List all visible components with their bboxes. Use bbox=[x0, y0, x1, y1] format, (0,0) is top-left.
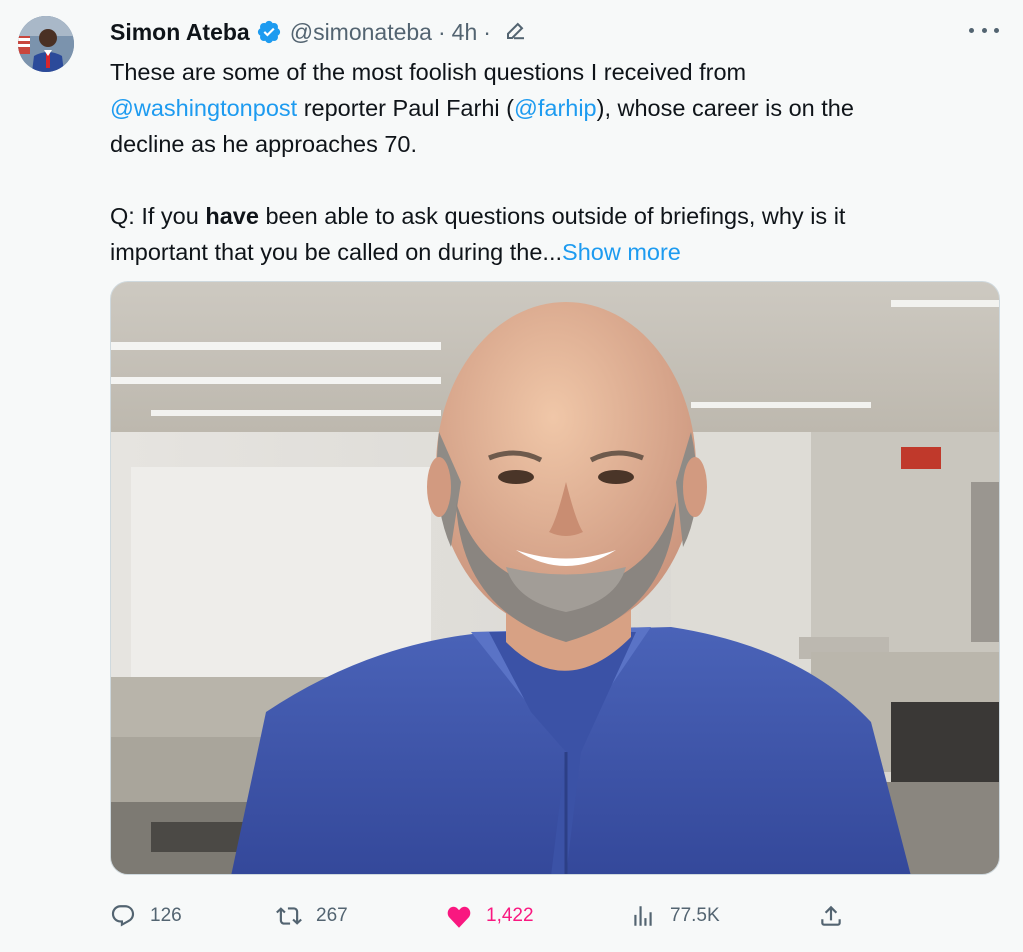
analytics-icon bbox=[630, 903, 656, 929]
tweet-line: @washingtonpost reporter Paul Farhi (@fa… bbox=[110, 95, 854, 121]
separator-dot: · bbox=[437, 18, 446, 45]
view-count: 77.5K bbox=[670, 905, 720, 926]
retweet-button[interactable]: 267 bbox=[276, 896, 348, 936]
retweet-icon bbox=[276, 903, 302, 929]
share-icon bbox=[818, 903, 844, 929]
tweet-line: important that you be called on during t… bbox=[110, 239, 681, 265]
tweet-line: These are some of the most foolish quest… bbox=[110, 59, 747, 85]
heart-icon bbox=[446, 903, 472, 929]
show-more-link[interactable]: Show more bbox=[562, 239, 681, 265]
like-button[interactable]: 1,422 bbox=[446, 896, 534, 936]
mention-farhip[interactable]: @farhip bbox=[514, 95, 597, 121]
mention-washingtonpost[interactable]: @washingtonpost bbox=[110, 95, 297, 121]
author-handle[interactable]: @simonateba bbox=[290, 19, 432, 46]
reply-count: 126 bbox=[150, 905, 182, 926]
retweet-count: 267 bbox=[316, 905, 348, 926]
separator-dot: · bbox=[483, 18, 491, 45]
edit-pencil-icon[interactable] bbox=[503, 19, 529, 45]
tweet-text: These are some of the most foolish quest… bbox=[110, 54, 990, 270]
views-button[interactable]: 77.5K bbox=[630, 896, 720, 936]
reply-button[interactable]: 126 bbox=[110, 896, 182, 936]
tweet-timestamp[interactable]: 4h bbox=[452, 19, 478, 46]
reply-icon bbox=[110, 903, 136, 929]
share-button[interactable] bbox=[818, 896, 844, 936]
author-name[interactable]: Simon Ateba bbox=[110, 19, 250, 46]
tweet-header: Simon Ateba @simonateba · 4h · bbox=[110, 14, 529, 50]
tweet-line: decline as he approaches 70. bbox=[110, 131, 418, 157]
verified-badge-icon[interactable] bbox=[256, 19, 282, 45]
like-count: 1,422 bbox=[486, 905, 534, 926]
tweet-card[interactable]: Simon Ateba @simonateba · 4h · These are… bbox=[0, 0, 1023, 952]
tweet-photo[interactable] bbox=[110, 281, 1000, 875]
avatar[interactable] bbox=[18, 16, 74, 72]
tweet-line: Q: If you have been able to ask question… bbox=[110, 203, 846, 229]
more-options-icon[interactable] bbox=[969, 18, 999, 42]
tweet-actions: 126 267 1,422 77.5K bbox=[110, 896, 1000, 936]
